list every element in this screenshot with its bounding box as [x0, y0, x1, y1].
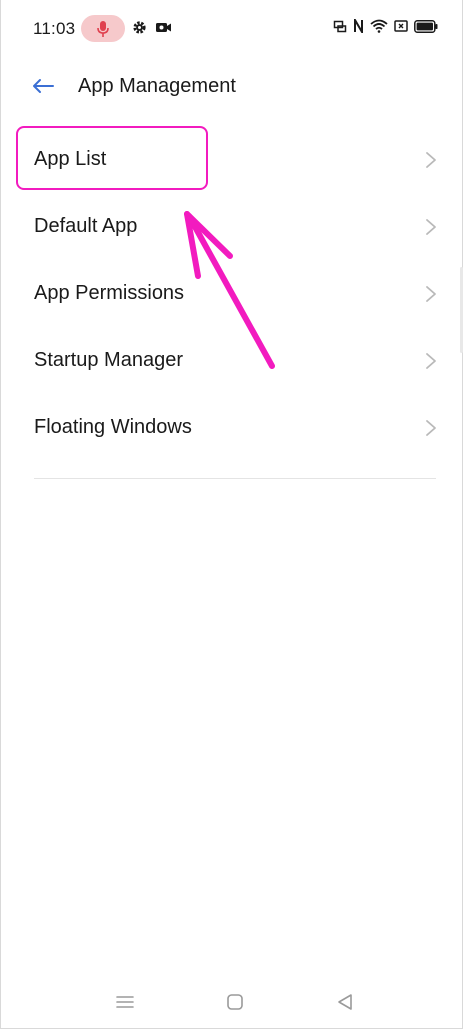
- nav-back-button[interactable]: [331, 990, 359, 1014]
- menu-list: App List Default App App Permissions Sta…: [1, 127, 464, 462]
- battery-icon: [414, 19, 438, 33]
- menu-item-label: App List: [34, 148, 107, 170]
- home-icon: [227, 994, 243, 1010]
- cast-icon: [333, 20, 347, 32]
- gear-icon: [133, 21, 146, 34]
- back-icon: [338, 994, 352, 1010]
- mic-indicator: [81, 15, 125, 42]
- page-title: App Management: [78, 75, 236, 97]
- menu-item-label: Default App: [34, 215, 138, 237]
- menu-item-startup-manager[interactable]: Startup Manager: [1, 328, 464, 395]
- camera-icon: [156, 23, 171, 32]
- menu-item-floating-windows[interactable]: Floating Windows: [1, 395, 464, 462]
- status-bar: 11:03: [1, 0, 464, 58]
- screen-frame: 11:03 App Management App List Default Ap…: [0, 0, 463, 1029]
- navigation-bar: [1, 982, 464, 1022]
- menu-icon: [116, 996, 134, 1008]
- menu-item-default-app[interactable]: Default App: [1, 194, 464, 261]
- menu-item-label: App Permissions: [34, 282, 185, 304]
- status-right-icons: [333, 19, 438, 33]
- recent-apps-button[interactable]: [111, 990, 139, 1014]
- status-left-icons: [132, 20, 172, 35]
- menu-item-label: Floating Windows: [34, 416, 192, 438]
- wifi-icon: [370, 19, 388, 33]
- mic-icon: [97, 21, 109, 37]
- menu-item-app-list[interactable]: App List: [1, 127, 464, 194]
- app-header: App Management: [1, 62, 464, 112]
- back-arrow-icon: [33, 79, 54, 93]
- chevron-right-icon: [426, 219, 436, 235]
- back-button[interactable]: [27, 72, 59, 100]
- menu-item-app-permissions[interactable]: App Permissions: [1, 261, 464, 328]
- nfc-icon: [354, 19, 363, 33]
- home-button[interactable]: [221, 990, 249, 1014]
- chevron-right-icon: [426, 353, 436, 369]
- chevron-right-icon: [426, 286, 436, 302]
- status-time: 11:03: [33, 19, 76, 38]
- list-divider: [34, 478, 436, 479]
- menu-item-label: Startup Manager: [34, 349, 183, 371]
- scroll-indicator: [460, 267, 463, 353]
- close-box-icon: [394, 20, 408, 32]
- chevron-right-icon: [426, 152, 436, 168]
- chevron-right-icon: [426, 420, 436, 436]
